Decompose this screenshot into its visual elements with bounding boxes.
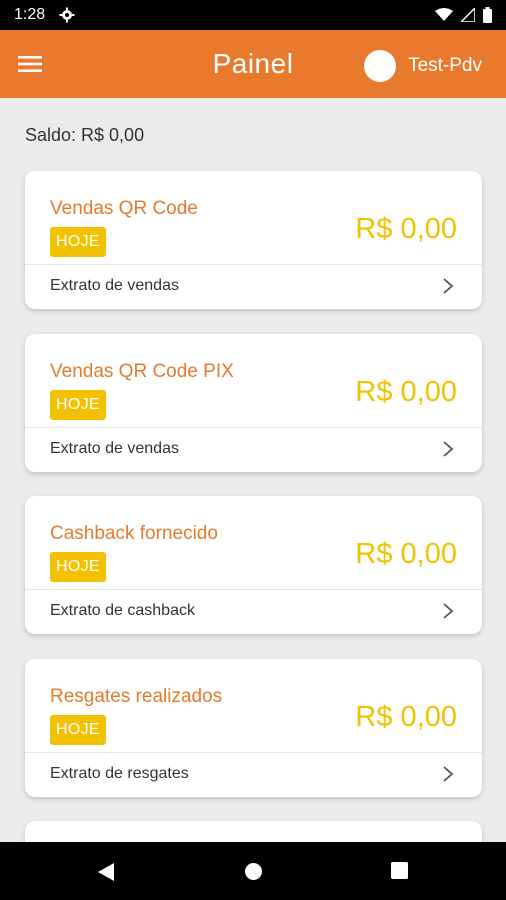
card-resgates-realizados: Resgates realizados HOJE R$ 0,00 Extrato… [25,658,482,797]
card-title: Resgates realizados [50,685,223,707]
settings-icon [59,7,75,23]
chevron-right-icon[interactable] [442,277,454,295]
card-divider [25,426,482,428]
user-profile[interactable]: Test-Pdv [364,50,482,82]
statement-link[interactable]: Extrato de vendas [50,440,179,458]
home-icon[interactable] [244,862,263,881]
period-badge: HOJE [50,389,106,420]
card-divider [25,589,482,590]
system-nav-bar [0,842,506,900]
statement-link[interactable]: Extrato de resgates [50,765,189,783]
wifi-icon [435,8,453,21]
user-name: Test-Pdv [408,55,482,76]
card-cashback-fornecido: Cashback fornecido HOJE R$ 0,00 Extrato … [25,496,482,634]
signal-icon [461,8,475,22]
chevron-right-icon[interactable] [442,765,454,783]
chevron-right-icon[interactable] [442,602,454,620]
statement-link[interactable]: Extrato de cashback [50,602,195,620]
card-amount: R$ 0,00 [355,213,457,245]
card-vendas-qr-code: Vendas QR Code HOJE R$ 0,00 Extrato de v… [25,171,482,309]
card-title: Vendas QR Code [50,198,198,219]
balance-label: Saldo: R$ 0,00 [25,125,145,145]
statement-link[interactable]: Extrato de vendas [50,277,179,295]
dashboard-card-list: Vendas QR Code HOJE R$ 0,00 Extrato de v… [25,171,482,851]
card-amount: R$ 0,00 [355,538,457,570]
status-bar: 1:28 [0,0,506,30]
period-badge: HOJE [50,552,106,582]
recents-icon[interactable] [391,862,408,879]
card-title: Vendas QR Code PIX [50,360,234,382]
card-title: Cashback fornecido [50,523,218,544]
card-divider [25,751,482,753]
card-amount: R$ 0,00 [355,700,457,733]
card-vendas-qr-code-pix: Vendas QR Code PIX HOJE R$ 0,00 Extrato … [25,333,482,472]
avatar[interactable] [364,50,397,82]
status-time: 1:28 [14,6,46,23]
battery-icon [483,7,492,23]
card-divider [25,264,482,265]
chevron-right-icon[interactable] [442,440,454,458]
period-badge: HOJE [50,227,106,257]
app-bar: Painel Test-Pdv [0,30,506,98]
back-icon[interactable] [97,862,115,882]
card-amount: R$ 0,00 [355,375,457,408]
period-badge: HOJE [50,714,106,745]
